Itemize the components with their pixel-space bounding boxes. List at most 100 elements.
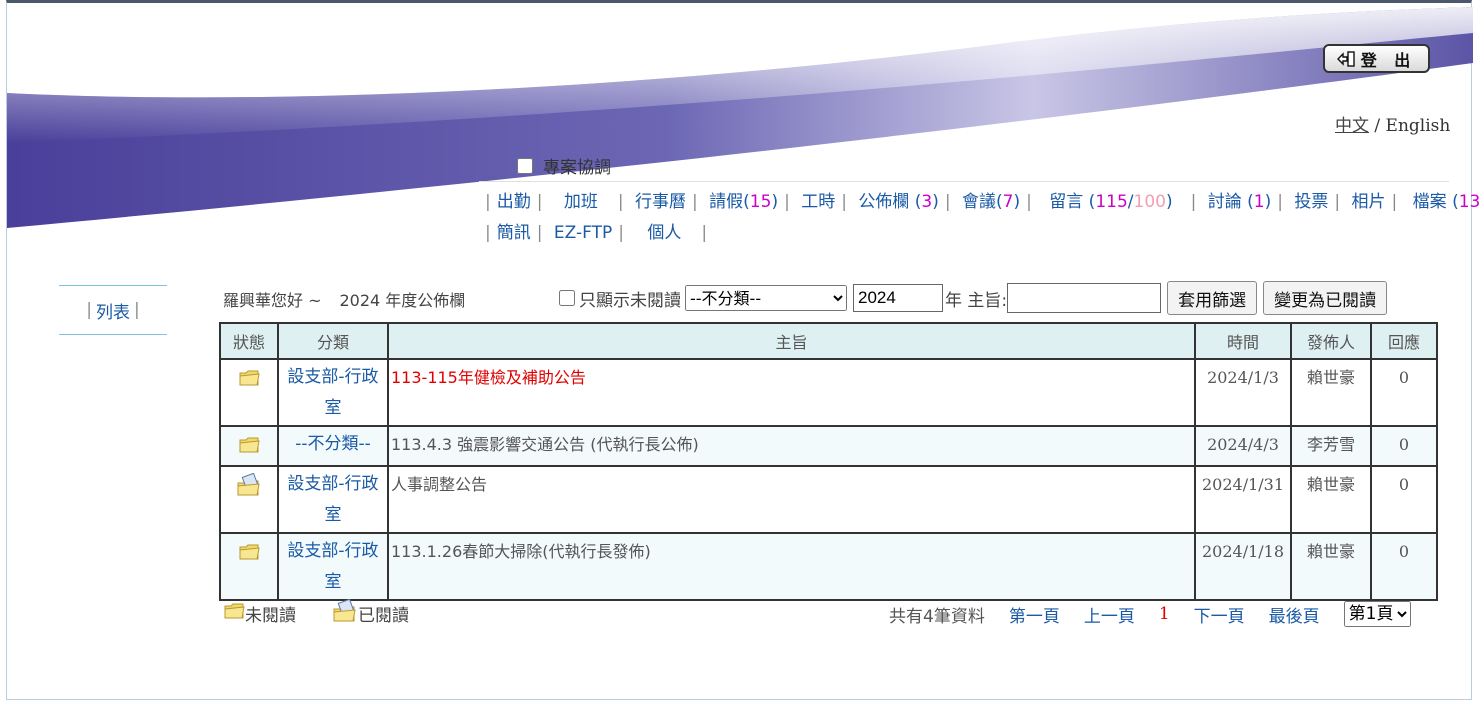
publisher-cell: 賴世豪 [1290,532,1372,601]
page-select[interactable]: 第1頁 [1343,601,1411,627]
total-count: 共有4筆資料 [889,606,985,627]
greeting-hello: 羅興華您好 ~ [223,291,322,310]
discussion-count: 1 [1253,192,1265,212]
language-switch: 中文 / English [1335,111,1450,136]
legend-unread-label: 未閱讀 [245,606,296,626]
unread-folder-icon [238,433,260,464]
subject-link[interactable]: 113.4.3 強震影響交通公告 (代執行長公佈) [387,425,1196,467]
bulletin-year-title: 2024 年度公佈欄 [339,291,466,310]
nav-leave[interactable]: 請假(15) [709,192,778,212]
subject-input[interactable] [1007,283,1162,313]
nav-overtime[interactable]: 加班 [564,192,598,212]
replies-cell: 0 [1370,532,1438,601]
nav-photos[interactable]: 相片 [1352,192,1386,212]
unread-only-label: 只顯示未閱讀 [579,290,681,311]
publisher-cell: 賴世豪 [1290,358,1372,427]
read-folder-icon [332,598,358,628]
table-row[interactable]: --不分類-- 113.4.3 強震影響交通公告 (代執行長公佈) 2024/4… [219,425,1438,467]
category-cell[interactable]: 設支部-行政室 [277,532,389,601]
nav-vote[interactable]: 投票 [1294,192,1328,212]
bulletin-table: 狀態 分類 主旨 時間 發佈人 回應 設支部-行政室 113-115年健檢及補助… [219,322,1438,601]
files-count: 134 [1458,192,1480,212]
nav-messages[interactable]: 留言 (115/100) [1049,192,1172,212]
publisher-cell: 李芳雪 [1290,425,1372,467]
header-status: 狀態 [219,322,279,360]
replies-cell: 0 [1370,425,1438,467]
logout-label: 登 出 [1360,50,1417,70]
filter-bar: 只顯示未閱讀 --不分類-- 年 主旨: 套用篩選 變更為已閱讀 [559,280,1388,316]
lang-en-link[interactable]: English [1386,116,1451,136]
time-cell: 2024/1/3 [1194,358,1292,427]
nav-divider [479,181,1449,182]
next-page-link[interactable]: 下一頁 [1194,602,1245,627]
year-subject-label: 年 主旨: [945,290,1008,311]
unread-folder-icon [238,366,260,397]
project-checkbox[interactable] [517,157,533,174]
last-page-link[interactable]: 最後頁 [1269,602,1320,627]
nav-meeting[interactable]: 會議(7) [962,192,1020,212]
status-legend: 未閱讀 已閱讀 [223,598,445,628]
lang-separator: / [1369,116,1386,136]
bulletin-count: 3 [921,192,933,212]
category-cell[interactable]: 設支部-行政室 [277,465,389,534]
status-cell [219,532,279,601]
logout-button[interactable]: 登 出 [1323,44,1430,73]
nav-bulletin[interactable]: 公佈欄 (3) [858,192,939,212]
nav-ezftp[interactable]: EZ-FTP [554,223,612,243]
apply-filter-button[interactable]: 套用篩選 [1167,281,1258,315]
messages-count: 115 [1095,192,1128,212]
first-page-link[interactable]: 第一頁 [1009,602,1060,627]
meeting-count: 7 [1002,192,1014,212]
nav-calendar[interactable]: 行事曆 [635,192,686,212]
category-cell[interactable]: 設支部-行政室 [277,358,389,427]
subject-link[interactable]: 113-115年健檢及補助公告 [387,358,1196,427]
sidebar-item-list[interactable]: 列表 [96,298,130,323]
time-cell: 2024/1/31 [1194,465,1292,534]
unread-only-checkbox[interactable] [559,290,575,306]
header-category: 分類 [277,322,389,360]
nav-hours[interactable]: 工時 [801,192,835,212]
publisher-cell: 賴世豪 [1290,465,1372,534]
lang-zh-link[interactable]: 中文 [1335,116,1369,136]
status-cell [219,425,279,467]
nav-files[interactable]: 檔案 (134) [1413,192,1480,212]
nav-sms[interactable]: 簡訊 [497,223,531,243]
table-row[interactable]: 設支部-行政室 113-115年健檢及補助公告 2024/1/3 賴世豪 0 [219,358,1438,427]
project-label: 專案協調 [543,158,611,178]
messages-total: 100 [1133,192,1166,212]
header-subject: 主旨 [387,322,1196,360]
header-publisher: 發佈人 [1290,322,1372,360]
unread-folder-icon [238,540,260,571]
category-select[interactable]: --不分類-- [685,285,847,311]
sidebar: | 列表 | [59,285,167,335]
table-row[interactable]: 設支部-行政室 113.1.26春節大掃除(代執行長發佈) 2024/1/18 … [219,532,1438,601]
year-input[interactable] [853,284,943,312]
page-frame: 登 出 中文 / English 專案協調 | 出勤 | 加班 | 行事曆 | 請假(1… [6,0,1480,700]
replies-cell: 0 [1370,358,1438,427]
table-row[interactable]: 設支部-行政室 人事調整公告 2024/1/31 賴世豪 0 [219,465,1438,534]
mark-read-button[interactable]: 變更為已閱讀 [1263,281,1388,315]
status-cell [219,465,279,534]
greeting: 羅興華您好 ~ 2024 年度公佈欄 [223,287,465,311]
table-header-row: 狀態 分類 主旨 時間 發佈人 回應 [219,322,1438,360]
nav-personal[interactable]: 個人 [647,223,681,243]
nav-attendance[interactable]: 出勤 [497,192,531,212]
replies-cell: 0 [1370,465,1438,534]
time-cell: 2024/4/3 [1194,425,1292,467]
main-nav-row-1: | 出勤 | 加班 | 行事曆 | 請假(15) | 工時 | 公佈欄 (3) | 會議(7)… [479,187,1480,212]
subject-link[interactable]: 113.1.26春節大掃除(代執行長發佈) [387,532,1196,601]
current-page: 1 [1158,604,1170,624]
nav-discussion[interactable]: 討論 (1) [1208,192,1272,212]
header-time: 時間 [1194,322,1292,360]
pagination: 共有4筆資料 第一頁 上一頁 1 下一頁 最後頁 第1頁 [889,601,1411,627]
leave-count: 15 [749,192,772,212]
header-replies: 回應 [1370,322,1438,360]
legend-read-label: 已閱讀 [358,606,409,626]
category-cell[interactable]: --不分類-- [277,425,389,467]
prev-page-link[interactable]: 上一頁 [1084,602,1135,627]
read-folder-icon [236,472,262,507]
unread-folder-icon [223,602,245,625]
subject-link[interactable]: 人事調整公告 [387,465,1196,534]
logout-door-icon [1336,50,1355,67]
status-cell [219,358,279,427]
